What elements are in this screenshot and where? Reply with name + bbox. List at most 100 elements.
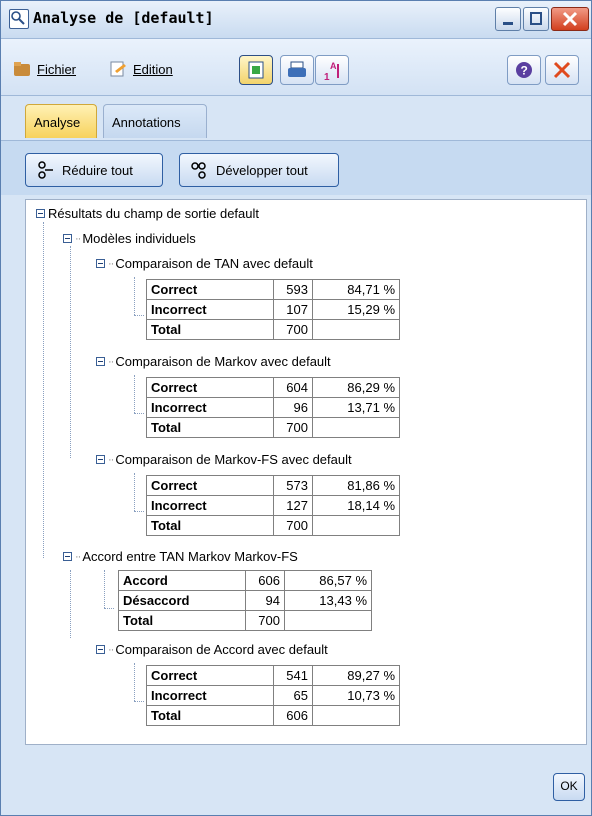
results-table-tan: Correct 593 84,71 % Incorrect 107 15,29 % To… (146, 279, 400, 340)
tree-line (134, 511, 144, 512)
tree-line (134, 277, 135, 315)
table-row: Total 606 (146, 705, 400, 726)
row-label: Incorrect (146, 685, 274, 706)
collapse-toggle-icon[interactable] (96, 259, 105, 268)
collapse-toggle-icon[interactable] (63, 552, 72, 561)
row-count: 127 (273, 495, 313, 516)
edit-icon (110, 61, 126, 77)
tree-line (104, 608, 114, 609)
tree-node-comparison-markov[interactable]: ·· Comparaison de Markov avec default (96, 354, 331, 369)
menu-edition-label: Edition (133, 61, 173, 77)
table-row: Incorrect 96 13,71 % (146, 397, 400, 418)
row-count: 593 (273, 279, 313, 300)
row-label: Incorrect (146, 397, 274, 418)
close-icon (553, 61, 571, 79)
print-button[interactable] (280, 55, 314, 85)
table-row: Correct 604 86,29 % (146, 377, 400, 398)
tree-node-agreement[interactable]: ·· Accord entre TAN Markov Markov-FS (63, 549, 298, 564)
row-count: 604 (273, 377, 313, 398)
expand-all-label: Développer tout (216, 162, 308, 178)
collapse-all-button[interactable]: Réduire tout (25, 153, 163, 187)
title-bar: Analyse de [default] (1, 1, 591, 39)
svg-text:1: 1 (324, 72, 330, 83)
table-row: Incorrect 65 10,73 % (146, 685, 400, 706)
row-label: Total (146, 705, 274, 726)
tree-node-root[interactable]: Résultats du champ de sortie default (36, 206, 259, 221)
collapse-toggle-icon[interactable] (63, 234, 72, 243)
tree-line (134, 375, 135, 413)
tab-annotations[interactable]: Annotations (103, 104, 207, 138)
svg-text:A: A (330, 61, 337, 71)
row-percent: 13,71 % (312, 397, 400, 418)
export-button[interactable] (239, 55, 273, 85)
row-count: 94 (245, 590, 285, 611)
tree-node-label: Comparaison de Accord avec default (115, 642, 328, 657)
row-count: 606 (245, 570, 285, 591)
tree-node-comparison-agreement[interactable]: ·· Comparaison de Accord avec default (96, 642, 328, 657)
collapse-all-label: Réduire tout (62, 162, 133, 178)
row-label: Incorrect (146, 495, 274, 516)
row-label: Total (118, 610, 246, 631)
row-label: Accord (118, 570, 246, 591)
tree-node-comparison-tan[interactable]: ·· Comparaison de TAN avec default (96, 256, 313, 271)
table-row: Incorrect 107 15,29 % (146, 299, 400, 320)
help-button[interactable]: ? (507, 55, 541, 85)
tree-line (134, 663, 135, 701)
row-count: 65 (273, 685, 313, 706)
maximize-button[interactable] (523, 7, 549, 31)
ok-button[interactable]: OK (553, 773, 585, 801)
table-row: Désaccord 94 13,43 % (118, 590, 372, 611)
sort-icon: A1 (324, 61, 339, 83)
minimize-button[interactable] (495, 7, 521, 31)
tree-node-comparison-markov-fs[interactable]: ·· Comparaison de Markov-FS avec default (96, 452, 352, 467)
row-count: 700 (273, 515, 313, 536)
collapse-icon (38, 161, 53, 179)
row-label: Correct (146, 475, 274, 496)
row-percent: 86,29 % (312, 377, 400, 398)
sort-button[interactable]: A1 (315, 55, 349, 85)
table-row: Total 700 (146, 515, 400, 536)
maximize-icon (530, 12, 542, 25)
row-percent (312, 319, 400, 340)
window-close-button[interactable] (551, 7, 589, 31)
row-percent: 81,86 % (312, 475, 400, 496)
row-percent: 84,71 % (312, 279, 400, 300)
row-count: 700 (273, 417, 313, 438)
row-percent (312, 515, 400, 536)
close-output-button[interactable] (545, 55, 579, 85)
toolbar: Fichier Edition A1 ? (1, 39, 591, 96)
table-row: Accord 606 86,57 % (118, 570, 372, 591)
row-percent: 86,57 % (284, 570, 372, 591)
row-label: Total (146, 515, 274, 536)
row-label: Correct (146, 377, 274, 398)
results-table-agreement-comparison: Correct 541 89,27 % Incorrect 65 10,73 % Tot… (146, 665, 400, 726)
row-count: 700 (273, 319, 313, 340)
folder-icon (14, 62, 30, 76)
collapse-toggle-icon[interactable] (36, 209, 45, 218)
results-table-agreement: Accord 606 86,57 % Désaccord 94 13,43 % Tota… (118, 570, 372, 631)
row-label: Correct (146, 665, 274, 686)
row-count: 700 (245, 610, 285, 631)
collapse-toggle-icon[interactable] (96, 357, 105, 366)
menu-edition[interactable]: Edition (109, 61, 173, 77)
analysis-window: Analyse de [default] Fichier Edition A1 (0, 0, 592, 816)
tree-node-label: Comparaison de Markov-FS avec default (115, 452, 352, 467)
menu-fichier[interactable]: Fichier (13, 61, 76, 77)
tree-line (70, 570, 71, 638)
menu-fichier-label: Fichier (37, 61, 77, 77)
tree-node-label: Résultats du champ de sortie default (48, 206, 260, 221)
dialog-footer: OK (1, 745, 591, 815)
tree-line (70, 246, 71, 458)
row-count: 573 (273, 475, 313, 496)
table-row: Total 700 (146, 319, 400, 340)
tab-analyse[interactable]: Analyse (25, 104, 97, 138)
collapse-toggle-icon[interactable] (96, 645, 105, 654)
row-percent (284, 610, 372, 631)
minimize-icon (503, 22, 513, 25)
action-bar: Réduire tout Développer tout (1, 140, 591, 195)
tree-node-individual-models[interactable]: ·· Modèles individuels (63, 231, 196, 246)
results-table-markov: Correct 604 86,29 % Incorrect 96 13,71 % Tot… (146, 377, 400, 438)
expand-all-button[interactable]: Développer tout (179, 153, 339, 187)
collapse-toggle-icon[interactable] (96, 455, 105, 464)
tree-node-label: Modèles individuels (82, 231, 196, 246)
